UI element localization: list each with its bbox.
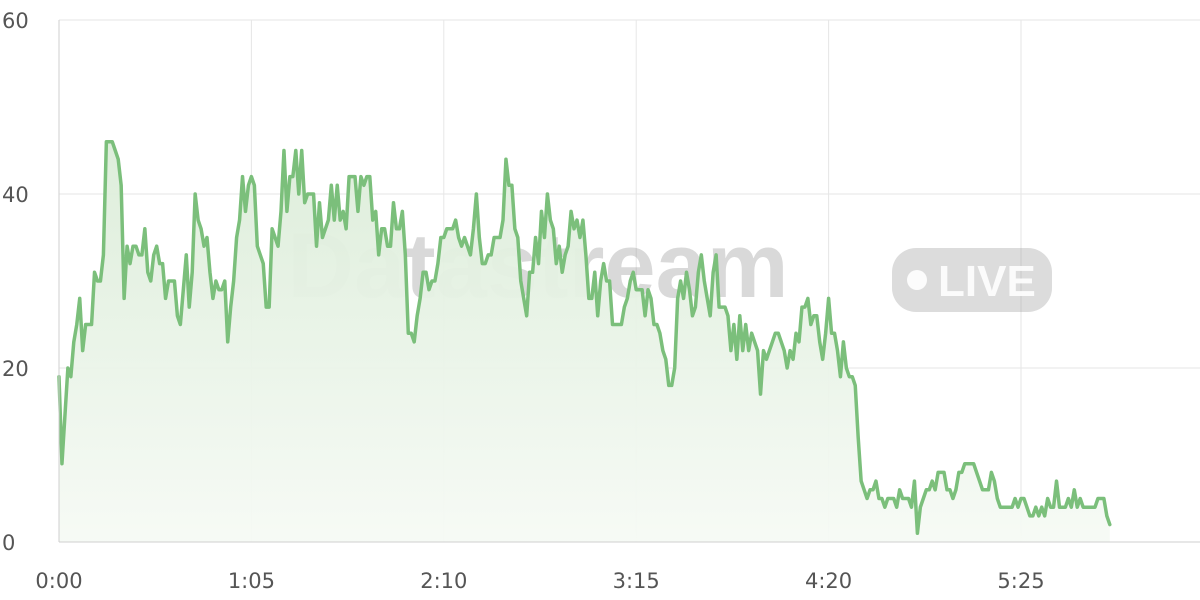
y-tick-label: 20 — [2, 357, 29, 381]
x-tick-label: 4:20 — [805, 569, 852, 593]
series-area-fill — [59, 141, 1110, 543]
x-tick-label: 0:00 — [35, 569, 82, 593]
y-tick-label: 40 — [2, 183, 29, 207]
live-dot-icon — [907, 270, 927, 290]
x-tick-label: 2:10 — [420, 569, 467, 593]
area-chart: Datastream LIVE 02040600:001:052:103:154… — [2, 9, 1200, 593]
y-tick-label: 60 — [2, 9, 29, 33]
x-tick-label: 3:15 — [613, 569, 660, 593]
area-series — [57, 140, 1112, 543]
x-tick-label: 1:05 — [228, 569, 275, 593]
x-tick-label: 5:25 — [997, 569, 1044, 593]
y-tick-label: 0 — [2, 531, 15, 555]
watermark-live-text: LIVE — [938, 257, 1036, 306]
chart-container: Datastream LIVE 02040600:001:052:103:154… — [0, 0, 1200, 600]
